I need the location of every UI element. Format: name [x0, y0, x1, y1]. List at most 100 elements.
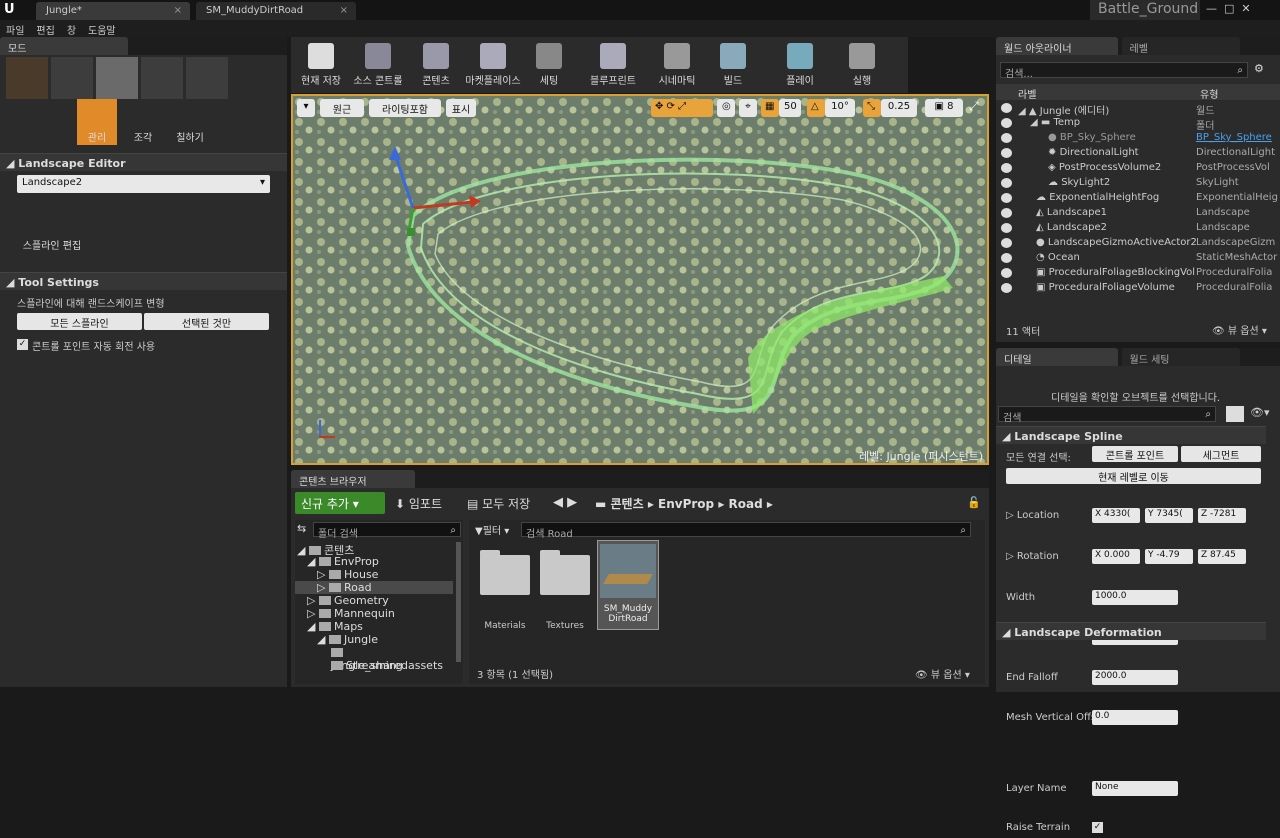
camera-speed[interactable]: ▣ 8: [925, 99, 963, 117]
landscape-editor-header[interactable]: ◢ Landscape Editor: [0, 153, 287, 171]
tree-item[interactable]: ◢ EnvProp: [295, 555, 453, 568]
tool-settings-header[interactable]: ◢ Tool Settings: [0, 272, 287, 290]
build-button[interactable]: 빌드: [711, 39, 755, 91]
spline-edit-tool[interactable]: 스플라인 편집: [20, 209, 84, 259]
blueprint-button[interactable]: 블루프린트: [583, 39, 643, 91]
breadcrumb-separator-icon[interactable]: ▸: [763, 497, 773, 511]
tab-content-browser[interactable]: 콘텐츠 브라우저: [291, 470, 415, 488]
eye-icon[interactable]: [1001, 223, 1012, 233]
close-icon[interactable]: ×: [340, 5, 348, 16]
lock-icon[interactable]: 🔓: [967, 496, 981, 509]
perspective-button[interactable]: 원근: [320, 99, 364, 117]
rotation-snap-value[interactable]: 10°: [825, 99, 855, 117]
paint-mode-icon[interactable]: [51, 57, 93, 99]
outliner-row-type-link[interactable]: BP_Sky_Sphere: [1196, 132, 1272, 143]
all-splines-button[interactable]: 모든 스플라인: [17, 313, 142, 330]
move-to-level-button[interactable]: 현재 레벨로 이동: [1006, 468, 1261, 484]
rotation-snap-icon[interactable]: △: [807, 99, 825, 117]
menu-window[interactable]: 창: [61, 20, 82, 37]
tree-item[interactable]: ◢ Maps: [295, 620, 453, 633]
layer-name-input[interactable]: None: [1092, 781, 1178, 796]
import-button[interactable]: ⬇ 임포트: [395, 495, 442, 512]
rotation-y-input[interactable]: Y -4.79: [1145, 549, 1193, 564]
sculpt-tool-button[interactable]: 조각: [123, 99, 163, 145]
tree-scrollbar[interactable]: [456, 542, 461, 662]
viewport-options-button[interactable]: ▾: [297, 99, 315, 117]
outliner-row[interactable]: ◢ ▲ Jungle (에디터) 월드: [996, 101, 1280, 117]
launch-button[interactable]: 실행: [837, 39, 887, 91]
asset-tile-textures[interactable]: Textures: [537, 550, 593, 631]
raise-terrain-checkbox[interactable]: ✓: [1092, 822, 1103, 833]
selected-only-button[interactable]: 선택된 것만: [144, 313, 269, 330]
geometry-mode-icon[interactable]: [186, 57, 228, 99]
eye-icon[interactable]: [1001, 238, 1012, 248]
landscape-select[interactable]: Landscape2 ▾: [17, 175, 270, 193]
foliage-mode-icon[interactable]: [141, 57, 183, 99]
menu-edit[interactable]: 편집: [30, 20, 60, 37]
outliner-row[interactable]: ◭ Landscape1 Landscape: [996, 206, 1280, 221]
tab-world-outliner[interactable]: 월드 아웃라이너: [996, 37, 1118, 55]
tree-item[interactable]: ▷ House: [295, 568, 453, 581]
toggle-sources-icon[interactable]: ⇆: [297, 522, 311, 536]
outliner-row[interactable]: ◢ ▬ Temp 폴더: [996, 116, 1280, 132]
eye-icon[interactable]: [1001, 103, 1012, 113]
outliner-row[interactable]: ☁ SkyLight2 SkyLight: [996, 176, 1280, 191]
asset-tile-materials[interactable]: Materials: [477, 550, 533, 631]
grid-size[interactable]: 50: [779, 99, 801, 117]
auto-rotate-checkbox[interactable]: ✓: [17, 339, 28, 350]
tree-item[interactable]: ▷ Geometry: [295, 594, 453, 607]
label-column[interactable]: 라벨: [1018, 86, 1036, 101]
menu-file[interactable]: 파일: [0, 20, 30, 37]
lit-mode-button[interactable]: 라이팅포함: [369, 99, 441, 117]
place-mode-icon[interactable]: [6, 57, 48, 99]
doc-tab-level[interactable]: Jungle* ×: [36, 2, 190, 20]
eye-icon[interactable]: [1001, 178, 1012, 188]
asset-search-input[interactable]: 검색 Road ⌕: [521, 522, 971, 540]
paint-tool-button[interactable]: 칠하기: [170, 99, 210, 145]
scale-snap-value[interactable]: 0.25: [881, 99, 917, 117]
outliner-view-options[interactable]: 👁 뷰 옵션 ▾: [1212, 322, 1267, 337]
tree-item[interactable]: Streaming: [295, 659, 453, 672]
outliner-row[interactable]: ◔ Ocean StaticMeshActor: [996, 251, 1280, 266]
tab-levels[interactable]: 레벨: [1121, 37, 1240, 55]
world-local-icon[interactable]: ◎: [717, 99, 735, 117]
mesh-offset-input[interactable]: 0.0: [1092, 710, 1178, 725]
nav-back-forward[interactable]: ◀ ▶: [553, 495, 577, 510]
outliner-row[interactable]: ● LandscapeGizmoActiveActor2 LandscapeGiz…: [996, 236, 1280, 251]
outliner-row[interactable]: ☁ ExponentialHeightFog ExponentialHeig: [996, 191, 1280, 206]
landscape-spline-header[interactable]: ◢ Landscape Spline: [996, 426, 1266, 444]
play-button[interactable]: 플레이: [773, 39, 827, 91]
outliner-row[interactable]: ◈ PostProcessVolume2 PostProcessVol: [996, 161, 1280, 176]
breadcrumb-separator-icon[interactable]: ▸: [644, 497, 658, 511]
eye-icon[interactable]: [1001, 118, 1012, 128]
visibility-options-icon[interactable]: 👁▾: [1250, 406, 1270, 419]
tree-item[interactable]: Jungle_sharedassets: [295, 646, 453, 672]
add-new-button[interactable]: 신규 추가 ▾: [295, 492, 385, 514]
outliner-row[interactable]: ✹ DirectionalLight DirectionalLight: [996, 146, 1280, 161]
scale-snap-icon[interactable]: ⤡: [863, 99, 881, 117]
breadcrumb-road[interactable]: Road: [729, 497, 763, 511]
save-current-button[interactable]: 현재 저장: [293, 39, 349, 91]
property-matrix-icon[interactable]: [1226, 406, 1244, 422]
outliner-search-input[interactable]: 검색... ⌕: [1000, 62, 1248, 80]
content-button[interactable]: 콘텐츠: [411, 39, 461, 91]
outliner-row[interactable]: ● BP_Sky_Sphere BP_Sky_Sphere: [996, 131, 1280, 146]
folder-search-input[interactable]: 폴더 검색 ⌕: [313, 522, 461, 540]
details-search-input[interactable]: 검색 ⌕: [998, 406, 1216, 424]
tree-item[interactable]: ◢ Jungle: [295, 633, 453, 646]
window-controls[interactable]: — □ ✕: [1206, 2, 1276, 16]
outliner-row[interactable]: ▣ ProceduralFoliageBlockingVol Procedural…: [996, 266, 1280, 281]
location-x-input[interactable]: X 4330(: [1092, 508, 1140, 523]
surface-snap-icon[interactable]: ⌖: [739, 99, 757, 117]
menu-help[interactable]: 도움말: [82, 20, 122, 37]
settings-button[interactable]: 세팅: [527, 39, 571, 91]
transform-mode-buttons[interactable]: ✥ ⟳ ⤢: [651, 99, 713, 117]
asset-tile-sm-muddydirtroad[interactable]: SM_Muddy DirtRoad: [597, 540, 659, 630]
control-points-button[interactable]: 콘트롤 포인트: [1092, 446, 1178, 462]
tree-item[interactable]: ◢ 콘텐츠: [295, 542, 453, 557]
landscape-mode-icon[interactable]: [96, 57, 138, 99]
eye-icon[interactable]: [1001, 283, 1012, 293]
landscape-deformation-header[interactable]: ◢ Landscape Deformation: [996, 622, 1266, 640]
location-z-input[interactable]: Z -7281: [1198, 508, 1246, 523]
eye-icon[interactable]: [1001, 208, 1012, 218]
